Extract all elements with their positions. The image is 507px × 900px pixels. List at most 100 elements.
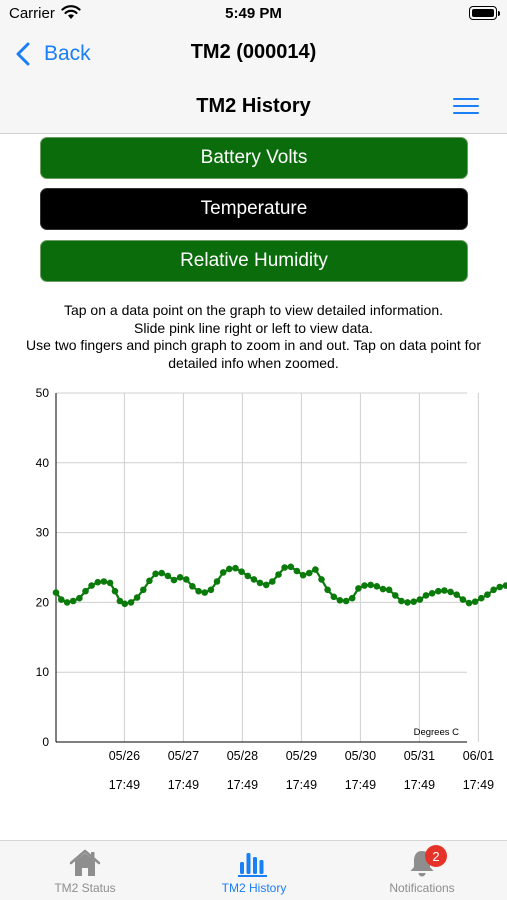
y-tick-label: 0: [42, 735, 49, 749]
y-tick-label: 30: [36, 526, 50, 540]
tab-tm2-history[interactable]: TM2 History: [203, 841, 305, 900]
data-point: [164, 572, 172, 580]
data-point: [250, 576, 258, 583]
y-tick-label: 10: [36, 665, 50, 679]
data-point: [318, 576, 325, 583]
data-point: [69, 597, 77, 605]
data-point: [293, 567, 301, 575]
data-point: [348, 594, 356, 602]
data-point: [312, 566, 319, 573]
x-tick-date-label: 05/31: [404, 749, 435, 763]
navigation-bar: Back TM2 (000014): [0, 30, 507, 78]
data-point: [207, 586, 215, 594]
data-point: [170, 576, 178, 584]
tab-tm2-status[interactable]: TM2 Status: [40, 841, 130, 900]
tab-label: Notifications: [389, 881, 455, 895]
data-point: [121, 600, 129, 608]
data-point: [453, 591, 461, 598]
data-point: [176, 574, 184, 581]
data-point: [471, 598, 479, 605]
status-bar: Carrier 5:49 PM: [0, 0, 507, 30]
data-point: [502, 582, 507, 589]
data-point: [146, 577, 153, 585]
data-point: [111, 587, 119, 595]
data-point: [219, 569, 227, 576]
data-point: [275, 571, 282, 578]
data-point: [392, 592, 399, 599]
data-point: [88, 582, 95, 589]
device-title: TM2 (000014): [190, 41, 317, 63]
series-line: [55, 565, 507, 605]
unit-label: Degrees C: [414, 727, 460, 738]
notification-badge: 2: [425, 845, 447, 867]
data-point: [330, 593, 338, 601]
battery-icon: [469, 6, 500, 20]
x-tick-time-label: 17:49: [109, 778, 140, 792]
relative-humidity-button[interactable]: Relative Humidity: [40, 240, 468, 282]
data-point: [106, 579, 114, 587]
x-tick-time-label: 17:49: [227, 778, 258, 792]
data-point: [58, 596, 65, 603]
x-tick-date-label: 05/30: [345, 749, 376, 763]
tab-bar: TM2 Status TM2 History 2 Notifications: [0, 840, 507, 900]
data-point: [404, 599, 411, 606]
data-point: [201, 589, 208, 596]
data-point: [140, 586, 147, 594]
data-point: [422, 592, 430, 599]
data-point: [262, 581, 270, 589]
data-point: [189, 583, 196, 590]
data-point: [244, 572, 252, 580]
x-tick-date-label: 06/01: [463, 749, 494, 763]
data-point: [342, 597, 350, 605]
data-point: [435, 587, 442, 595]
data-point: [459, 596, 467, 603]
data-point: [100, 578, 108, 585]
tab-notifications[interactable]: 2 Notifications: [372, 841, 472, 900]
data-point: [76, 594, 83, 602]
data-point: [379, 585, 387, 593]
x-tick-time-label: 17:49: [463, 778, 494, 792]
data-point: [441, 587, 448, 594]
x-tick-time-label: 17:49: [168, 778, 199, 792]
x-tick-time-label: 17:49: [286, 778, 317, 792]
battery-volts-button[interactable]: Battery Volts: [40, 137, 468, 179]
data-point: [416, 596, 424, 603]
data-point: [490, 586, 497, 594]
instruction-line: Tap on a data point on the graph to view…: [63, 302, 444, 318]
data-point: [226, 565, 233, 573]
bar-chart-icon: [238, 853, 267, 877]
graph-instructions: Tap on a data point on the graph to view…: [20, 302, 487, 372]
data-point: [428, 590, 436, 597]
clock: 5:49 PM: [225, 5, 282, 22]
page-header: TM2 History: [0, 78, 507, 134]
data-point: [213, 578, 221, 585]
hamburger-menu-icon[interactable]: [453, 98, 479, 114]
data-point: [256, 579, 264, 587]
page-title: TM2 History: [196, 95, 311, 117]
data-point: [496, 583, 504, 591]
data-point: [127, 599, 135, 606]
data-point: [398, 597, 405, 605]
x-tick-date-label: 05/29: [286, 749, 317, 763]
data-point: [158, 569, 165, 577]
temperature-chart[interactable]: 0 10 20 30 40 50 05/26 17:49 05/27 17:49 05/28 17:4…: [0, 380, 507, 800]
data-point: [361, 582, 368, 589]
house-icon: [69, 849, 101, 876]
temperature-button[interactable]: Temperature: [40, 188, 468, 230]
data-point: [305, 569, 313, 577]
instruction-line: Slide pink line right or left to view da…: [134, 319, 373, 336]
data-point: [447, 588, 454, 596]
data-point: [269, 578, 276, 585]
data-point: [52, 589, 60, 596]
bell-icon-wrapper: 2: [405, 845, 447, 878]
data-point: [367, 581, 375, 589]
data-point: [238, 568, 245, 575]
data-point: [465, 599, 473, 607]
instruction-line: Use two fingers and pinch graph to zoom …: [25, 337, 482, 371]
data-point: [324, 586, 331, 594]
data-point: [232, 564, 239, 572]
x-tick-time-label: 17:49: [404, 778, 435, 792]
tab-label: TM2 Status: [54, 881, 116, 895]
data-point: [94, 578, 102, 586]
y-tick-label: 40: [36, 456, 50, 470]
